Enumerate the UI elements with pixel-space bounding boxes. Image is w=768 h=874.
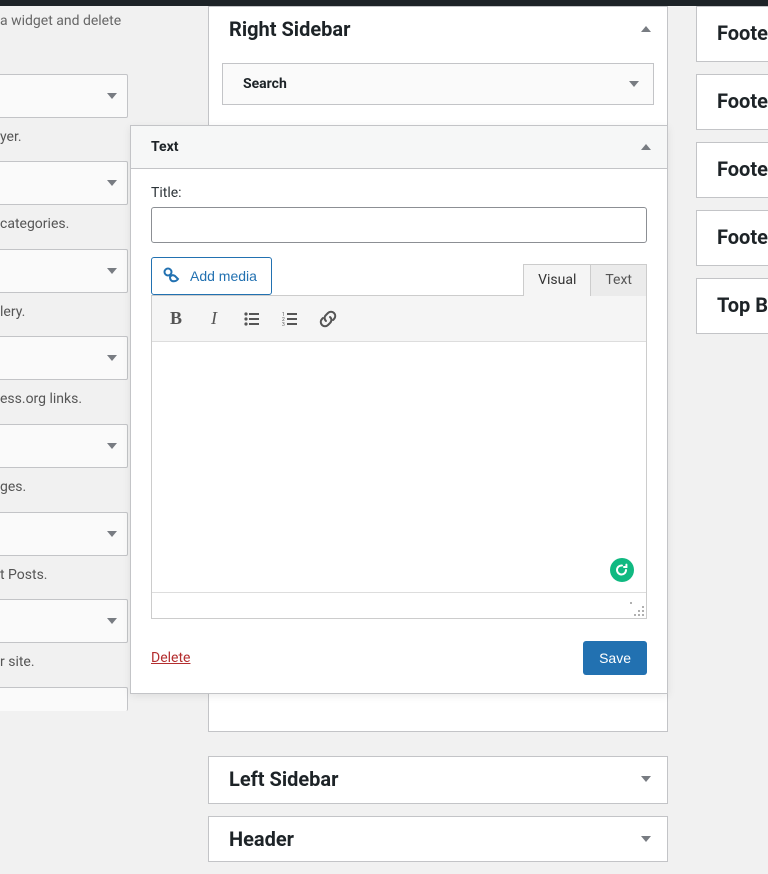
widget-title: Search [243, 76, 287, 92]
zone-tile[interactable]: Foote [696, 6, 768, 62]
italic-button[interactable]: I [196, 302, 232, 336]
tab-text[interactable]: Text [591, 264, 647, 296]
widget-desc: ges. [0, 468, 128, 512]
available-widget[interactable] [0, 74, 128, 118]
widget-text-header[interactable]: Text [131, 126, 667, 169]
available-widget[interactable] [0, 161, 128, 205]
zone-tile[interactable]: Foote [696, 210, 768, 266]
available-widget[interactable] [0, 336, 128, 380]
title-input[interactable] [151, 207, 647, 243]
svg-text:3: 3 [282, 322, 285, 328]
widget-search: Search [222, 63, 654, 105]
editor-toolbar: B I 1 2 3 [152, 296, 646, 342]
chevron-up-icon [641, 26, 651, 32]
chevron-down-icon [107, 180, 117, 186]
chevron-down-icon [107, 618, 117, 624]
bullet-list-icon [243, 310, 261, 328]
widget-desc: categories. [0, 205, 128, 249]
widget-desc: yer. [0, 118, 128, 162]
grammarly-icon[interactable] [610, 558, 634, 582]
widget-desc: r site. [0, 643, 128, 687]
delete-link[interactable]: Delete [151, 650, 190, 666]
zone-left-sidebar: Left Sidebar [208, 756, 668, 804]
available-widget[interactable] [0, 599, 128, 643]
zone-title: Right Sidebar [229, 17, 350, 41]
available-widget[interactable] [0, 424, 128, 468]
zone-tile[interactable]: Foote [696, 74, 768, 130]
bullet-list-button[interactable] [234, 302, 270, 336]
editor-tabs: Visual Text [523, 263, 647, 295]
widget-text-panel: Text Title: Add media Visual Text [130, 125, 668, 694]
chevron-down-icon [641, 836, 651, 842]
widget-title: Text [151, 139, 178, 155]
chevron-down-icon [107, 268, 117, 274]
widgets-intro-text: a widget and delete [0, 6, 128, 44]
editor: B I 1 2 3 [151, 295, 647, 619]
editor-content[interactable] [152, 342, 646, 592]
zone-header[interactable]: Left Sidebar [209, 757, 667, 803]
zone-header[interactable]: Right Sidebar [209, 7, 667, 53]
editor-statusbar [152, 592, 646, 618]
chevron-down-icon [641, 776, 651, 782]
zone-title: Header [229, 827, 294, 851]
add-media-label: Add media [190, 268, 257, 284]
zone-title: Left Sidebar [229, 767, 338, 791]
widget-header[interactable]: Search [223, 64, 653, 104]
available-widget[interactable] [0, 687, 128, 711]
chevron-down-icon [107, 443, 117, 449]
tab-visual[interactable]: Visual [523, 264, 591, 296]
widget-desc: ess.org links. [0, 380, 128, 424]
title-label: Title: [151, 185, 647, 201]
link-button[interactable] [310, 302, 346, 336]
zone-title: Foote [717, 157, 768, 181]
available-widget[interactable] [0, 249, 128, 293]
widget-desc: t Posts. [0, 556, 128, 600]
zone-header-area: Header [208, 816, 668, 862]
zone-tile[interactable]: Foote [696, 142, 768, 198]
zone-title: Foote [717, 89, 768, 113]
media-icon [162, 266, 182, 286]
available-widget[interactable] [0, 512, 128, 556]
add-media-button[interactable]: Add media [151, 257, 272, 295]
chevron-up-icon [641, 144, 651, 150]
widget-desc: lery. [0, 293, 128, 337]
extra-zones-column: Foote Foote Foote Foote Top B [696, 6, 768, 346]
chevron-down-icon [107, 93, 117, 99]
numbered-list-icon: 1 2 3 [281, 310, 299, 328]
zone-title: Foote [717, 225, 768, 249]
zone-title: Top B [717, 293, 768, 317]
zone-tile[interactable]: Top B [696, 278, 768, 334]
bold-button[interactable]: B [158, 302, 194, 336]
numbered-list-button[interactable]: 1 2 3 [272, 302, 308, 336]
chevron-down-icon [107, 355, 117, 361]
chevron-down-icon [107, 531, 117, 537]
save-button[interactable]: Save [583, 641, 647, 675]
available-widgets-column: a widget and delete yer. categories. ler… [0, 6, 128, 860]
chevron-down-icon [629, 81, 639, 87]
link-icon [318, 309, 338, 329]
resize-handle[interactable] [630, 602, 644, 616]
zone-title: Foote [717, 21, 768, 45]
zone-header[interactable]: Header [209, 817, 667, 861]
